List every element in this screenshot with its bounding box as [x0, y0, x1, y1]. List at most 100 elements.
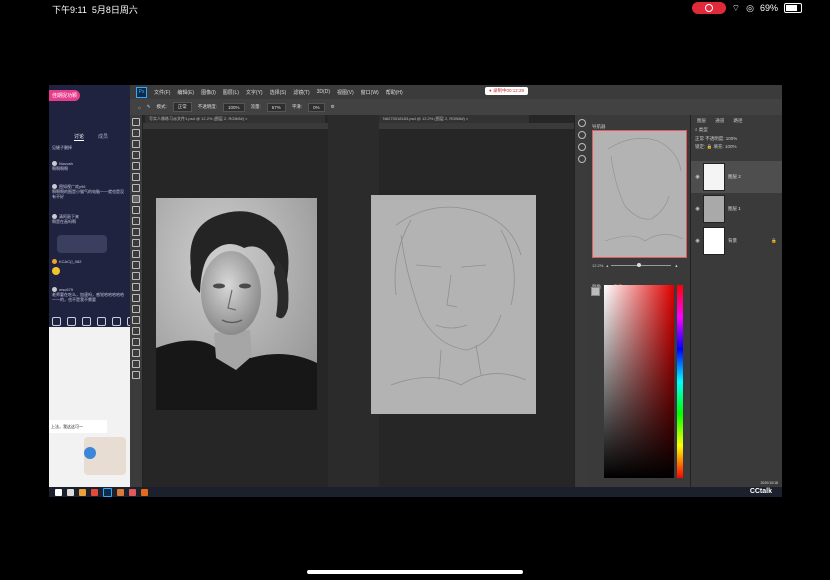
flow-label: 流量: [250, 104, 261, 109]
tab-discussion[interactable]: 讨论 [74, 133, 85, 141]
status-time: 下午9:11 [52, 5, 87, 15]
brush-tool-icon[interactable] [132, 195, 140, 203]
doc-tab-1[interactable]: 写实人像练习@文件1.psd @ 12.2% (图层 2, RGB/8#) × [145, 115, 325, 123]
chat-text: 啊啊啊的图是小猫气的电脑一一就也是没有不好 [52, 189, 124, 200]
pen-tool-icon[interactable] [132, 272, 140, 280]
file-explorer-icon[interactable] [79, 488, 86, 496]
settings-icon[interactable] [52, 317, 61, 326]
opacity-field[interactable]: 100% [223, 102, 245, 112]
photoshop-taskbar-icon[interactable] [103, 487, 112, 497]
tab-members[interactable]: 成员 [98, 133, 108, 140]
eraser-tool-icon[interactable] [132, 228, 140, 236]
hue-slider[interactable] [677, 285, 683, 478]
gradient-tool-icon[interactable] [132, 239, 140, 247]
chat-message: 见缝子删掉 [52, 145, 126, 150]
menu-edit[interactable]: 编辑(E) [177, 89, 194, 96]
navigator-preview[interactable] [592, 130, 687, 258]
emoji-icon [52, 267, 60, 276]
lasso-tool-icon[interactable] [132, 140, 140, 148]
layer-opacity-field[interactable]: 100% [726, 136, 738, 141]
crop-tool-icon[interactable] [132, 162, 140, 170]
screen-record-indicator[interactable] [691, 2, 726, 14]
path-select-tool-icon[interactable] [132, 294, 140, 302]
browser-icon[interactable] [91, 488, 98, 496]
brush-tool-icon[interactable]: ✎ [147, 104, 151, 110]
dodge-tool-icon[interactable] [132, 261, 140, 269]
visibility-eye-icon[interactable]: ◉ [695, 174, 700, 180]
home-indicator[interactable] [307, 570, 523, 574]
tab-paths[interactable]: 路径 [730, 117, 747, 125]
home-icon[interactable]: ⌂ [138, 105, 141, 110]
visibility-eye-icon[interactable]: ◉ [695, 206, 700, 212]
emoji-icon[interactable] [67, 317, 76, 326]
saturation-brightness-picker[interactable] [604, 285, 674, 478]
zoom-tool-icon[interactable] [132, 327, 140, 335]
move-tool-icon[interactable] [132, 118, 140, 126]
magic-wand-tool-icon[interactable] [132, 151, 140, 159]
layer-item[interactable]: ◉ 背景 🔒 [691, 225, 782, 257]
color-wheel-icon[interactable] [577, 143, 586, 151]
zoom-in-icon[interactable]: ▲ [674, 263, 678, 268]
menu-filter[interactable]: 滤镜(T) [293, 89, 309, 96]
windows-start-icon[interactable] [55, 488, 62, 496]
eyedropper-tool-icon[interactable] [132, 173, 140, 181]
tab-channels[interactable]: 通道 [711, 117, 728, 125]
zoom-out-icon[interactable]: ▴ [606, 263, 608, 268]
chat-message: 困如视广欢y96 啊啊啊的图是小猫气的电脑一一就也是没有不好 [52, 184, 126, 199]
mode-select[interactable]: 正常 [172, 102, 192, 112]
marquee-tool-icon[interactable] [132, 129, 140, 137]
foreground-swatch[interactable] [591, 287, 600, 296]
chat-user: Nouvah [59, 161, 73, 166]
menu-type[interactable]: 文字(Y) [246, 89, 263, 96]
menu-select[interactable]: 选择(S) [270, 89, 287, 96]
blur-tool-icon[interactable] [132, 250, 140, 258]
battery-icon [784, 3, 802, 13]
layer-blend-select[interactable]: 正常 [695, 136, 704, 141]
image-icon[interactable] [97, 317, 106, 326]
zoom-slider[interactable] [611, 263, 672, 267]
menu-3d[interactable]: 3D(D) [317, 89, 330, 95]
history-brush-tool-icon[interactable] [132, 217, 140, 225]
stamp-tool-icon[interactable] [132, 206, 140, 214]
visibility-eye-icon[interactable]: ◉ [695, 238, 700, 244]
properties-icon[interactable] [577, 155, 586, 163]
subtitle-bar: 上法，我这这可一 [49, 420, 107, 433]
menu-window[interactable]: 窗口(W) [361, 89, 379, 96]
ps-menubar: Ps 文件(F) 编辑(E) 图像(I) 图层(L) 文字(Y) 选择(S) 滤… [130, 85, 782, 99]
gear-icon[interactable]: ⚙ [331, 104, 335, 110]
shape-tool-icon[interactable] [132, 305, 140, 313]
menu-help[interactable]: 帮助(H) [386, 89, 403, 96]
file-icon[interactable] [112, 317, 121, 326]
adjust-icon[interactable] [577, 131, 586, 139]
menu-image[interactable]: 图像(I) [201, 89, 216, 96]
sketch-canvas[interactable] [371, 195, 536, 414]
color-swatches-icon[interactable] [132, 349, 140, 357]
search-icon[interactable] [67, 488, 74, 496]
brush-preset-icon[interactable] [577, 119, 586, 127]
hand-tool-icon[interactable] [132, 316, 140, 324]
menu-layer[interactable]: 图层(L) [223, 89, 239, 96]
navigator-panel: 导航器 12.2% ▴ ▲ [588, 115, 690, 275]
cctalk-watermark: CCtalk [749, 488, 772, 495]
layer-item[interactable]: ◉ 图层 2 [691, 161, 782, 193]
smoothing-field[interactable]: 0% [308, 102, 325, 112]
app-taskbar-icon[interactable] [129, 488, 136, 496]
doc-tab-2[interactable]: N6270018183.psd @ 12.2% (图层 2, RGB/8#) × [379, 115, 529, 123]
quick-mask-icon[interactable] [132, 360, 140, 368]
menu-file[interactable]: 文件(F) [154, 89, 170, 96]
menu-view[interactable]: 视图(V) [337, 89, 354, 96]
app-taskbar-icon[interactable] [117, 488, 124, 496]
tab-layers[interactable]: 图层 [693, 117, 710, 125]
layer-kind-select[interactable]: 类型 [699, 127, 708, 132]
type-tool-icon[interactable] [132, 283, 140, 291]
gift-icon[interactable] [82, 317, 91, 326]
fill-field[interactable]: 100% [725, 144, 737, 149]
app-taskbar-icon[interactable] [141, 488, 148, 496]
screen-mode-icon[interactable] [132, 371, 140, 379]
healing-tool-icon[interactable] [132, 184, 140, 192]
lock-icon[interactable]: 🔒 [707, 144, 713, 149]
flow-field[interactable]: 67% [266, 102, 286, 112]
more-tools-icon[interactable] [132, 338, 140, 346]
zoom-slider-handle[interactable] [637, 263, 642, 267]
layer-item[interactable]: ◉ 图层 1 [691, 193, 782, 225]
